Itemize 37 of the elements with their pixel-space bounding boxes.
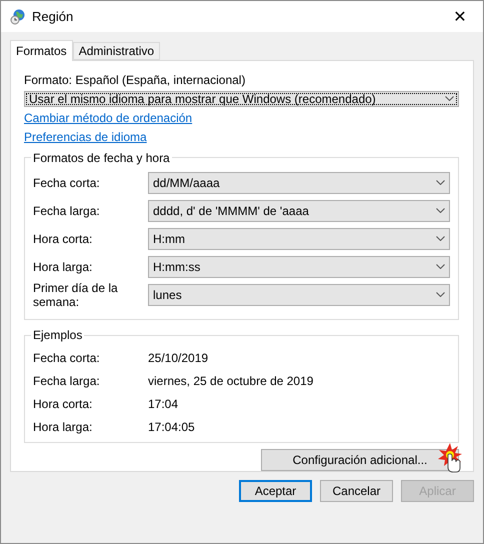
chevron-down-icon xyxy=(436,208,445,214)
example-value: 25/10/2019 xyxy=(148,350,210,365)
group-title: Formatos de fecha y hora xyxy=(32,150,171,165)
dialog-button[interactable]: Aceptar xyxy=(239,480,312,502)
format-dropdown[interactable]: Usar el mismo idioma para mostrar que Windows (recomendado) xyxy=(24,90,459,107)
chevron-down-icon xyxy=(436,264,445,270)
example-label: Hora corta: xyxy=(33,396,94,411)
format-dropdown[interactable]: H:mm:ss xyxy=(148,256,450,278)
globe-clock-icon xyxy=(10,8,26,24)
example-value: viernes, 25 de octubre de 2019 xyxy=(148,374,314,388)
tab[interactable]: Administrativo xyxy=(72,42,160,60)
example-label: Fecha corta: xyxy=(33,350,101,365)
field-label: Fecha larga: xyxy=(33,204,101,218)
field-label: Hora corta: xyxy=(33,232,94,246)
format-label: Formato: Español (España, internacional) xyxy=(24,73,246,87)
chevron-down-icon xyxy=(436,180,445,186)
window-title: Región xyxy=(32,9,74,24)
field-label: Primer día de la semana: xyxy=(33,280,119,309)
field-label: Hora larga: xyxy=(33,260,94,274)
format-dropdown[interactable]: lunes xyxy=(148,284,450,306)
link[interactable]: Preferencias de idioma xyxy=(24,130,147,144)
tab[interactable]: Formatos xyxy=(10,40,73,61)
example-label: Fecha larga: xyxy=(33,374,101,388)
chevron-down-icon xyxy=(436,236,445,242)
additional-settings-button[interactable]: Configuración adicional... xyxy=(261,449,459,471)
example-label: Hora larga: xyxy=(33,420,94,434)
format-dropdown[interactable]: dd/MM/aaaa xyxy=(148,172,450,194)
chevron-down-icon xyxy=(436,292,445,298)
field-label: Fecha corta: xyxy=(33,176,101,190)
dialog-button[interactable]: Cancelar xyxy=(320,480,393,502)
example-value: 17:04:05 xyxy=(148,420,196,434)
link[interactable]: Cambiar método de ordenación xyxy=(24,111,192,126)
format-dropdown[interactable]: H:mm xyxy=(148,228,450,250)
example-value: 17:04 xyxy=(148,396,180,411)
group-title: Ejemplos xyxy=(32,328,84,342)
format-dropdown[interactable]: dddd, d' de 'MMMM' de 'aaaa xyxy=(148,200,450,222)
chevron-down-icon xyxy=(445,96,454,102)
